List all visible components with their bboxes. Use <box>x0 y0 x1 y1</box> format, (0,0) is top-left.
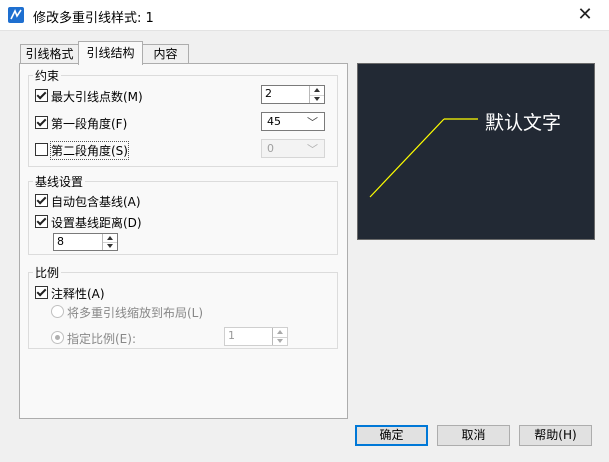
specify-scale-spinner[interactable]: 1 <box>224 327 288 346</box>
preview-panel: 默认文字 <box>357 63 595 240</box>
auto-include-label: 自动包含基线(A) <box>51 195 141 209</box>
landing-distance-spinner[interactable]: 8 <box>53 233 118 251</box>
max-points-spinner[interactable]: 2 <box>261 85 325 104</box>
first-angle-label: 第一段角度(F) <box>51 117 128 131</box>
app-icon <box>8 7 24 23</box>
specify-scale-value: 1 <box>228 329 235 342</box>
chevron-down-icon: ﹀ <box>307 143 318 156</box>
set-distance-checkbox[interactable] <box>35 215 48 228</box>
first-angle-value: 45 <box>267 115 281 128</box>
help-button[interactable]: 帮助(H) <box>519 425 592 446</box>
leader-preview-line <box>369 118 478 198</box>
annotative-checkbox[interactable] <box>35 286 48 299</box>
constraints-group-label: 约束 <box>33 67 62 84</box>
scale-group-label: 比例 <box>33 264 62 281</box>
ok-button[interactable]: 确定 <box>355 425 428 446</box>
max-points-checkbox[interactable] <box>35 89 48 102</box>
landing-distance-value: 8 <box>57 235 64 248</box>
max-points-value: 2 <box>265 87 272 100</box>
chevron-down-icon: ﹀ <box>307 116 318 129</box>
scale-to-layout-radio[interactable] <box>51 305 64 318</box>
tab-leader-format[interactable]: 引线格式 <box>20 44 79 64</box>
second-angle-checkbox[interactable] <box>35 143 48 156</box>
spin-down-icon[interactable] <box>273 337 287 346</box>
specify-scale-radio[interactable] <box>51 331 64 344</box>
title-bar: 修改多重引线样式: 1 ✕ <box>0 0 609 31</box>
first-angle-checkbox[interactable] <box>35 116 48 129</box>
first-angle-combo[interactable]: 45 ﹀ <box>261 112 325 131</box>
close-icon[interactable]: ✕ <box>572 4 598 26</box>
tab-content[interactable]: 内容 <box>142 44 189 64</box>
second-angle-value: 0 <box>267 142 274 155</box>
annotative-label: 注释性(A) <box>51 287 105 301</box>
cancel-button[interactable]: 取消 <box>437 425 510 446</box>
spin-down-icon[interactable] <box>103 242 117 250</box>
max-points-label: 最大引线点数(M) <box>51 90 143 104</box>
preview-text: 默认文字 <box>485 112 562 134</box>
spin-down-icon[interactable] <box>310 95 324 104</box>
specify-scale-label: 指定比例(E): <box>67 332 136 346</box>
landing-group-label: 基线设置 <box>33 173 86 190</box>
second-angle-combo[interactable]: 0 ﹀ <box>261 139 325 158</box>
window-title: 修改多重引线样式: 1 <box>33 11 154 26</box>
tab-leader-structure[interactable]: 引线结构 <box>78 41 143 65</box>
set-distance-label: 设置基线距离(D) <box>51 216 142 230</box>
second-angle-label: 第二段角度(S) <box>50 141 129 160</box>
scale-to-layout-label: 将多重引线缩放到布局(L) <box>67 306 204 320</box>
auto-include-checkbox[interactable] <box>35 194 48 207</box>
